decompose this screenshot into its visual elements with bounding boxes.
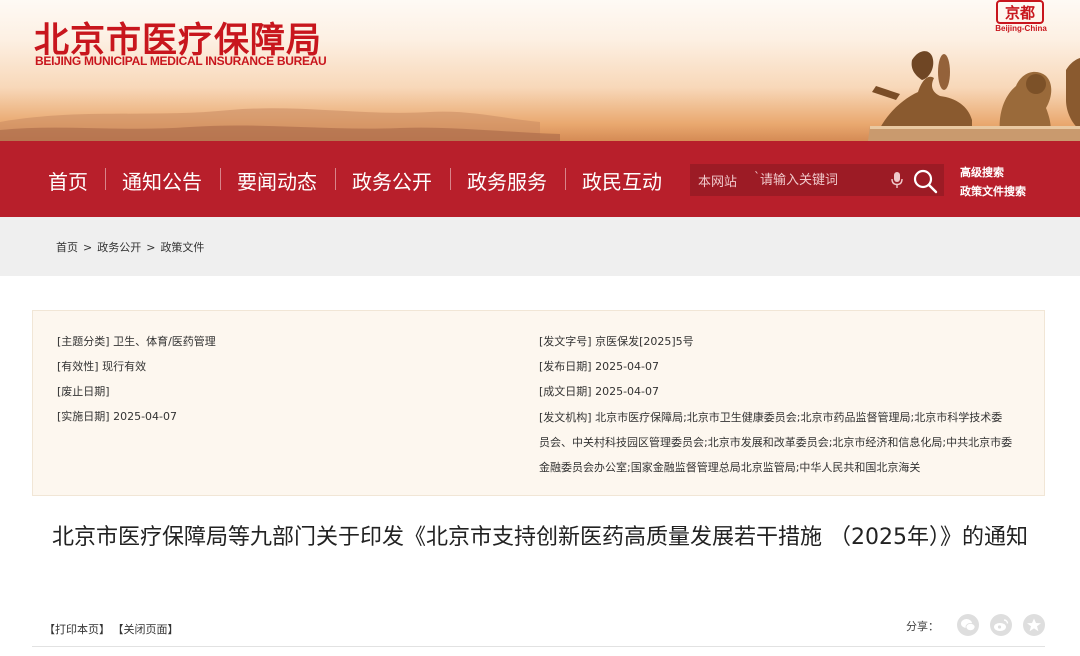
advanced-search-link[interactable]: 高级搜索 [960, 164, 1004, 180]
svg-text:京都: 京都 [1005, 4, 1035, 22]
info-row-doc-number: [发文字号] 京医保发[2025]5号 [539, 333, 694, 349]
nav-divider [220, 168, 221, 190]
main-nav: 首页 通知公告 要闻动态 政务公开 政务服务 政民互动 本网站 ˋ 高级搜索 政… [0, 141, 1080, 217]
nav-item-notices[interactable]: 通知公告 [122, 166, 202, 195]
info-row-publish-date: [发布日期] 2025-04-07 [539, 358, 659, 374]
breadcrumb: 首页 > 政务公开 > 政策文件 [56, 239, 204, 255]
info-value: 北京市医疗保障局;北京市卫生健康委员会;北京市药品监督管理局;北京市科学技术委员… [539, 411, 1013, 474]
info-label: [废止日期] [57, 385, 110, 398]
print-page-button[interactable]: 【打印本页】 [44, 623, 110, 636]
search-box: 本网站 ˋ [690, 164, 944, 196]
nav-item-home[interactable]: 首页 [48, 166, 88, 195]
nav-divider [335, 168, 336, 190]
document-info-panel: [主题分类] 卫生、体育/医药管理 [有效性] 现行有效 [废止日期] [实施日… [32, 310, 1045, 496]
site-logo-subtitle: BEIJING MUNICIPAL MEDICAL INSURANCE BURE… [35, 54, 327, 68]
policy-search-link[interactable]: 政策文件搜索 [960, 183, 1026, 199]
close-page-button[interactable]: 【关闭页面】 [118, 623, 179, 636]
breadcrumb-bar: 首页 > 政务公开 > 政策文件 [0, 217, 1080, 276]
search-icon[interactable] [912, 168, 938, 194]
weibo-icon[interactable] [990, 614, 1012, 636]
nav-divider [565, 168, 566, 190]
document-title: 北京市医疗保障局等九部门关于印发《北京市支持创新医药高质量发展若干措施 （202… [52, 525, 1028, 550]
info-label: [有效性] [57, 360, 99, 373]
microphone-icon[interactable] [890, 171, 904, 189]
seal-caption: Beijing-China [995, 24, 1047, 33]
breadcrumb-policy-docs[interactable]: 政策文件 [160, 241, 204, 254]
qzone-icon[interactable] [1023, 614, 1045, 636]
nav-divider [105, 168, 106, 190]
content-divider [32, 646, 1045, 647]
info-label: [发文字号] [539, 335, 592, 348]
search-scope-select[interactable]: 本网站 [698, 171, 737, 190]
nav-item-news[interactable]: 要闻动态 [237, 166, 317, 195]
nav-item-interaction[interactable]: 政民互动 [582, 166, 662, 195]
info-value: 京医保发[2025]5号 [595, 335, 694, 348]
info-value: 2025-04-07 [113, 410, 178, 423]
info-value: 2025-04-07 [595, 360, 660, 373]
info-row-effective-date: [实施日期] 2025-04-07 [57, 408, 177, 424]
nav-item-gov-affairs[interactable]: 政务公开 [352, 166, 432, 195]
page-tools: 【打印本页】 【关闭页面】 [44, 621, 187, 637]
header-banner: 北京市医疗保障局 BEIJING MUNICIPAL MEDICAL INSUR… [0, 0, 1080, 141]
statue-left [880, 76, 972, 128]
info-row-validity: [有效性] 现行有效 [57, 358, 146, 374]
info-row-repeal-date: [废止日期] [57, 383, 110, 399]
info-value: 2025-04-07 [595, 385, 660, 398]
share-label: 分享： [906, 620, 939, 633]
breadcrumb-separator: > [83, 241, 93, 254]
info-value: 卫生、体育/医药管理 [113, 335, 216, 348]
breadcrumb-home[interactable]: 首页 [56, 241, 78, 254]
info-value: 现行有效 [102, 360, 147, 373]
info-label: [发文机构] [539, 411, 592, 424]
wechat-icon[interactable] [957, 614, 979, 636]
breadcrumb-separator: > [146, 241, 156, 254]
info-label: [发布日期] [539, 360, 592, 373]
breadcrumb-gov-affairs[interactable]: 政务公开 [97, 241, 141, 254]
info-row-topic: [主题分类] 卫生、体育/医药管理 [57, 333, 216, 349]
info-row-issuer: [发文机构] 北京市医疗保障局;北京市卫生健康委员会;北京市药品监督管理局;北京… [539, 405, 1013, 480]
info-label: [成文日期] [539, 385, 592, 398]
search-input[interactable] [760, 166, 886, 194]
info-label: [主题分类] [57, 335, 110, 348]
nav-divider [450, 168, 451, 190]
nav-item-gov-services[interactable]: 政务服务 [467, 166, 547, 195]
info-label: [实施日期] [57, 410, 110, 423]
info-row-written-date: [成文日期] 2025-04-07 [539, 383, 659, 399]
